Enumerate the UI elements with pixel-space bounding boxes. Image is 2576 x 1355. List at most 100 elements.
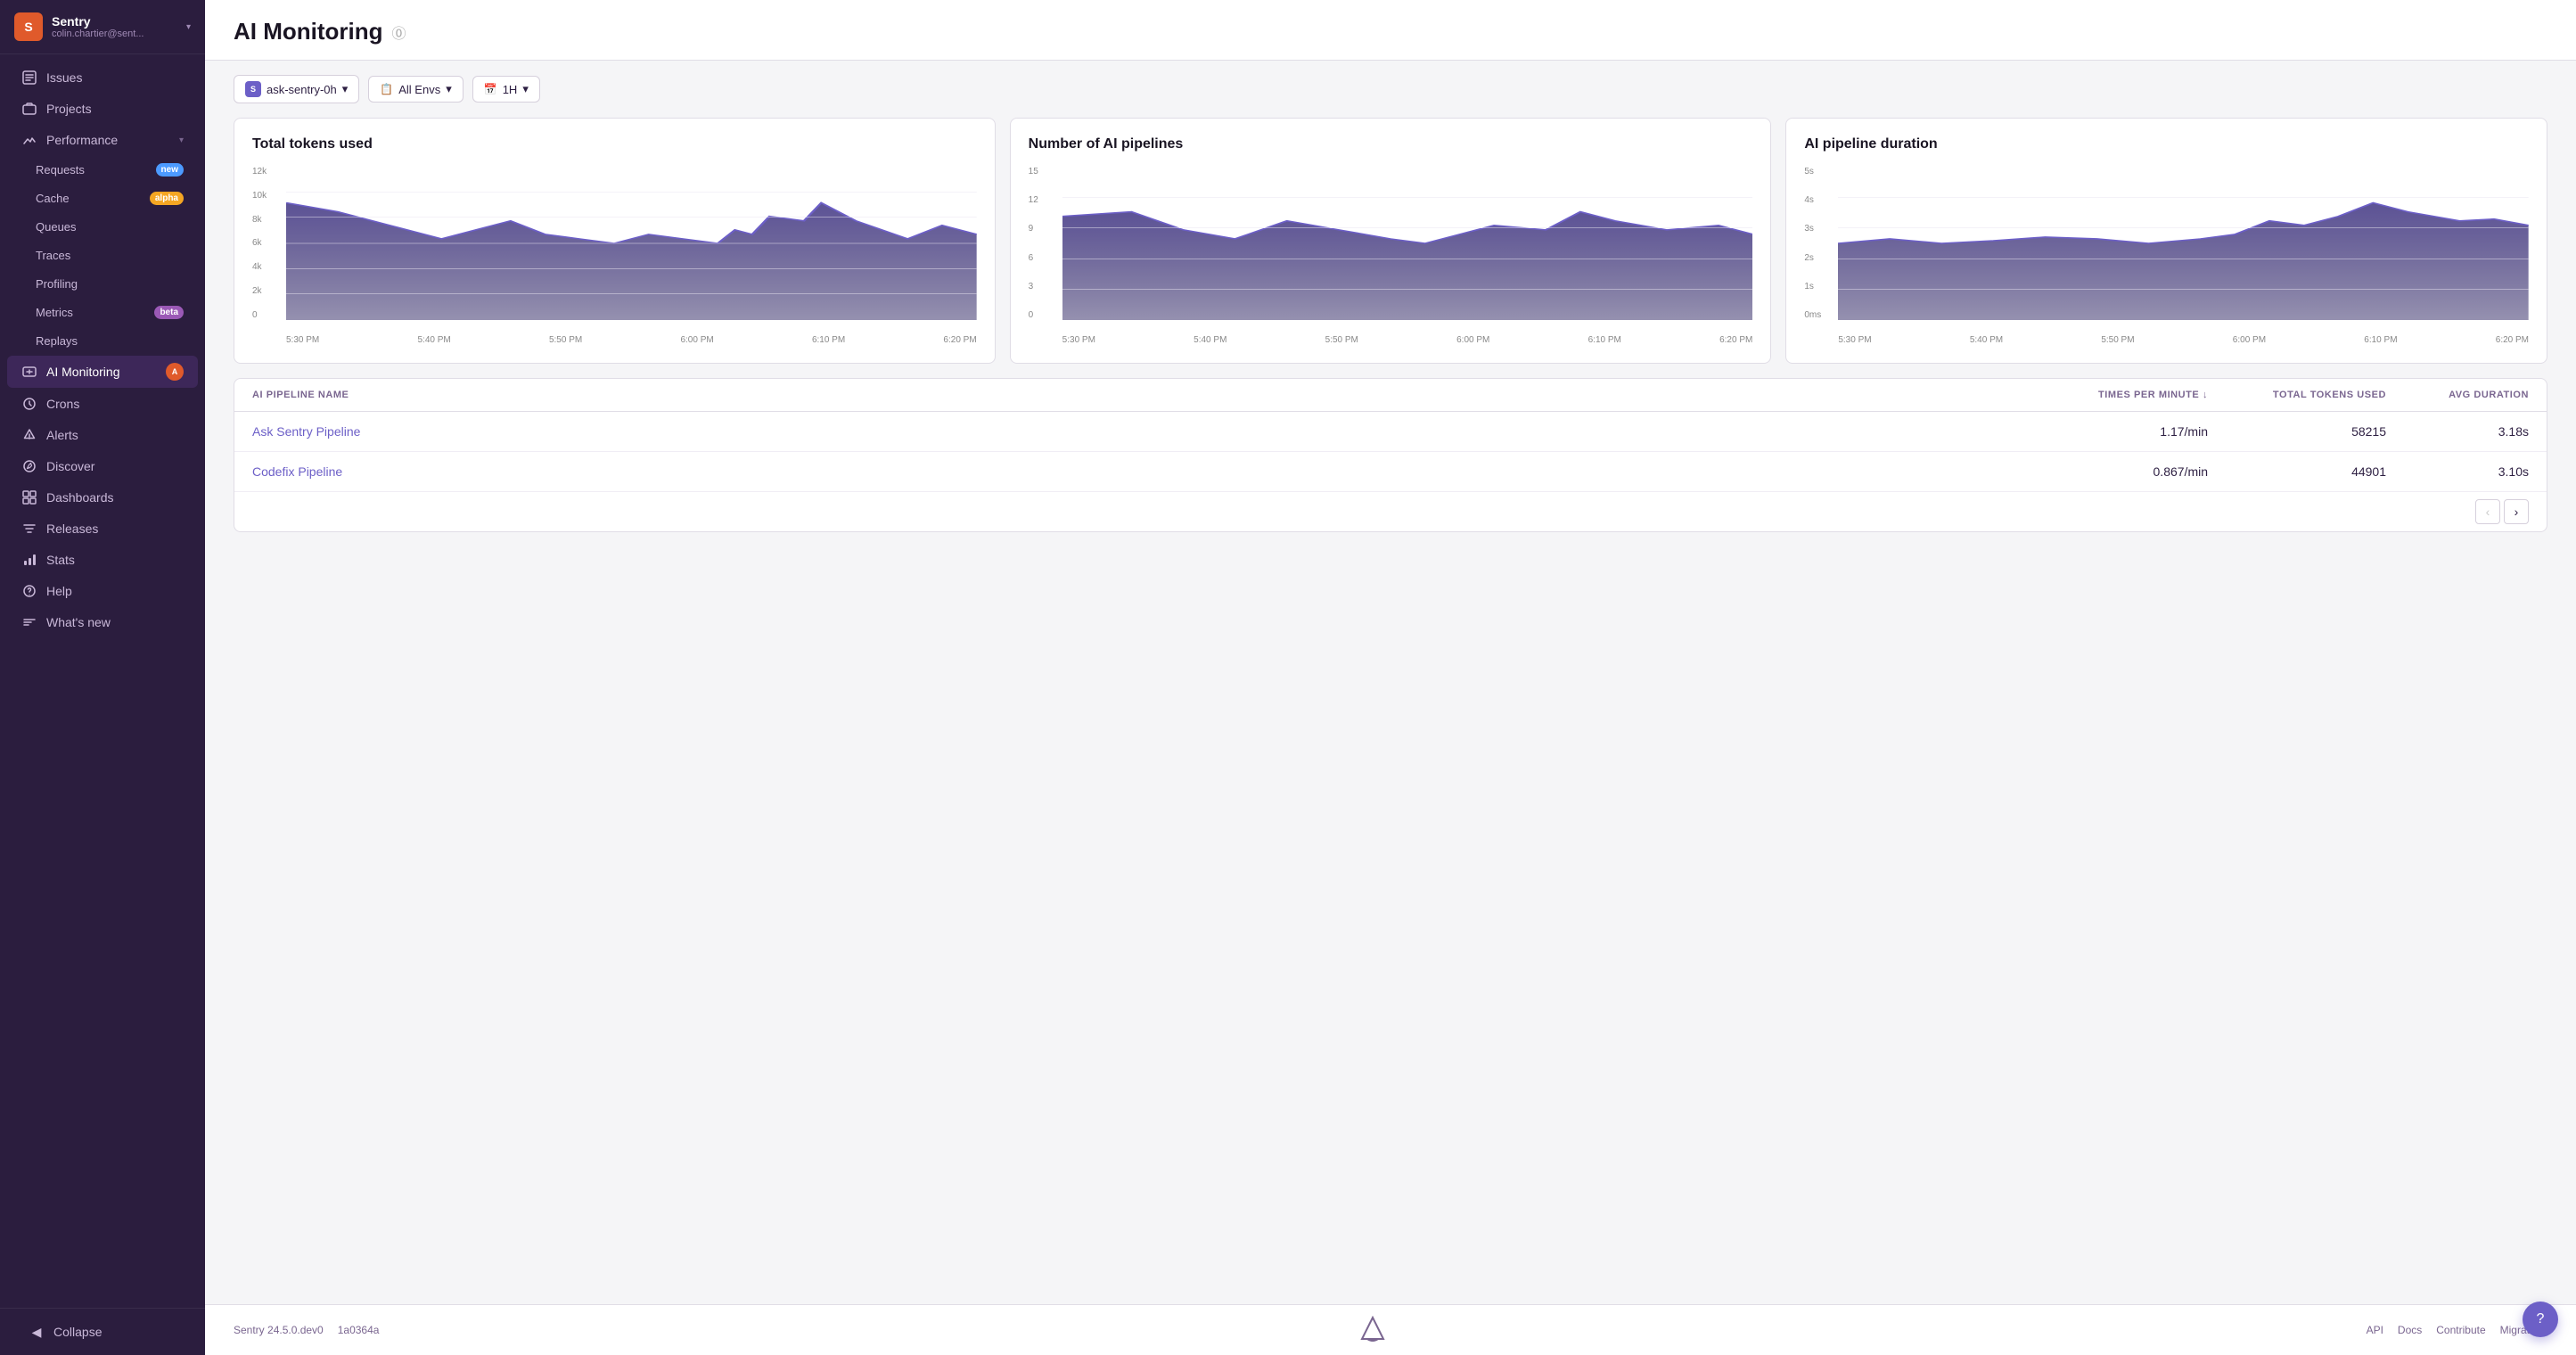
pagination: ‹ › [234, 492, 2547, 531]
pipeline-name-cell: Codefix Pipeline [252, 464, 2030, 479]
sidebar-item-discover-label: Discover [46, 459, 184, 473]
page-footer: Sentry 24.5.0.dev0 1a0364a API Docs Cont… [205, 1304, 2576, 1355]
sidebar-item-releases[interactable]: Releases [7, 513, 198, 544]
project-icon: S [245, 81, 261, 97]
avg-duration-cell-0: 3.18s [2386, 424, 2529, 439]
col-header-tokens: TOTAL TOKENS USED [2208, 390, 2386, 400]
sidebar-item-dashboards-label: Dashboards [46, 490, 184, 505]
prev-page-button[interactable]: ‹ [2475, 499, 2500, 524]
codefix-pipeline-link[interactable]: Codefix Pipeline [252, 464, 342, 479]
footer-api-link[interactable]: API [2367, 1324, 2383, 1336]
next-page-button[interactable]: › [2504, 499, 2529, 524]
sidebar-item-metrics[interactable]: Metrics beta [7, 299, 198, 326]
sidebar-item-ai-monitoring-label: AI Monitoring [46, 365, 157, 379]
sidebar-item-profiling[interactable]: Profiling [7, 270, 198, 298]
chart-total-tokens: Total tokens used 12k10k8k6k4k2k0 [234, 118, 996, 364]
chart-total-tokens-title: Total tokens used [252, 136, 977, 152]
chart-total-tokens-y-labels: 12k10k8k6k4k2k0 [252, 167, 283, 320]
footer-commit: 1a0364a [338, 1324, 380, 1336]
org-avatar: S [14, 12, 43, 41]
env-chevron-icon: ▾ [446, 82, 452, 96]
table-row: Codefix Pipeline 0.867/min 44901 3.10s [234, 452, 2547, 492]
dashboards-icon [21, 489, 37, 505]
footer-contribute-link[interactable]: Contribute [2436, 1324, 2485, 1336]
chart-num-pipelines: Number of AI pipelines 15129630 [1010, 118, 1772, 364]
toolbar: S ask-sentry-0h ▾ 📋 All Envs ▾ 📅 1H ▾ [205, 61, 2576, 118]
chart-pipeline-duration: AI pipeline duration 5s4s3s2s1s0ms [1785, 118, 2547, 364]
footer-links: API Docs Contribute Migrate to [2367, 1324, 2547, 1336]
stats-icon [21, 552, 37, 568]
footer-docs-link[interactable]: Docs [2398, 1324, 2422, 1336]
chevron-down-icon: ▾ [186, 22, 191, 32]
time-chevron-icon: ▾ [522, 82, 529, 96]
org-email: colin.chartier@sent... [52, 29, 144, 39]
help-icon [21, 583, 37, 599]
sidebar-item-crons-label: Crons [46, 397, 184, 411]
sidebar-item-performance[interactable]: Performance ▾ [7, 125, 198, 155]
sidebar-item-requests[interactable]: Requests new [7, 156, 198, 184]
sidebar-nav: Issues Projects Performance ▾ Requests n… [0, 54, 205, 1308]
chart-num-pipelines-title: Number of AI pipelines [1029, 136, 1753, 152]
charts-section: Total tokens used 12k10k8k6k4k2k0 [205, 118, 2576, 378]
sidebar-item-projects[interactable]: Projects [7, 94, 198, 124]
time-selector[interactable]: 📅 1H ▾ [472, 76, 540, 103]
sidebar-item-replays-label: Replays [36, 334, 184, 348]
sidebar-item-traces[interactable]: Traces [7, 242, 198, 269]
total-tokens-cell-1: 44901 [2208, 464, 2386, 479]
sidebar-item-ai-monitoring[interactable]: AI Monitoring A [7, 356, 198, 388]
help-fab-button[interactable]: ? [2523, 1302, 2558, 1337]
table-row: Ask Sentry Pipeline 1.17/min 58215 3.18s [234, 412, 2547, 452]
chart-num-pipelines-area [1062, 167, 1753, 320]
sidebar-item-discover[interactable]: Discover [7, 451, 198, 481]
sidebar-item-dashboards[interactable]: Dashboards [7, 482, 198, 513]
sidebar-item-issues-label: Issues [46, 70, 184, 85]
project-selector[interactable]: S ask-sentry-0h ▾ [234, 75, 359, 103]
releases-icon [21, 521, 37, 537]
discover-icon [21, 458, 37, 474]
chart-pipeline-duration-x-labels: 5:30 PM5:40 PM5:50 PM6:00 PM6:10 PM6:20 … [1838, 335, 2529, 345]
cache-badge: alpha [150, 192, 184, 205]
col-header-duration: AVG DURATION [2386, 390, 2529, 400]
sidebar-item-alerts[interactable]: Alerts [7, 420, 198, 450]
env-label: All Envs [398, 83, 440, 96]
chevron-up-icon: ▾ [179, 136, 184, 145]
sidebar-collapse-button[interactable]: ◀ Collapse [14, 1317, 191, 1347]
sidebar-item-queues-label: Queues [36, 220, 184, 234]
col-header-times: TIMES PER MINUTE ↓ [2030, 390, 2208, 400]
sidebar-item-metrics-label: Metrics [36, 306, 145, 319]
env-selector[interactable]: 📋 All Envs ▾ [368, 76, 463, 103]
org-header[interactable]: S Sentry colin.chartier@sent... ▾ [0, 0, 205, 54]
main-content: AI Monitoring ⓪ S ask-sentry-0h ▾ 📋 All … [205, 0, 2576, 1355]
footer-logo [379, 1316, 2366, 1344]
sidebar-item-queues[interactable]: Queues [7, 213, 198, 241]
sidebar-item-crons[interactable]: Crons [7, 389, 198, 419]
help-circle-icon[interactable]: ⓪ [392, 21, 406, 43]
requests-badge: new [156, 163, 184, 177]
collapse-icon: ◀ [29, 1324, 45, 1340]
sidebar-item-requests-label: Requests [36, 163, 147, 177]
projects-icon [21, 101, 37, 117]
chart-pipeline-duration-title: AI pipeline duration [1804, 136, 2529, 152]
sidebar-item-issues[interactable]: Issues [7, 62, 198, 93]
chart-pipeline-duration-y-labels: 5s4s3s2s1s0ms [1804, 167, 1834, 320]
project-chevron-icon: ▾ [342, 82, 349, 96]
sidebar-item-stats[interactable]: Stats [7, 545, 198, 575]
chart-num-pipelines-y-labels: 15129630 [1029, 167, 1059, 320]
sidebar-item-replays[interactable]: Replays [7, 327, 198, 355]
total-tokens-cell-0: 58215 [2208, 424, 2386, 439]
sidebar-footer: ◀ Collapse [0, 1308, 205, 1355]
sidebar-item-help[interactable]: Help [7, 576, 198, 606]
sidebar-item-cache[interactable]: Cache alpha [7, 185, 198, 212]
crons-icon [21, 396, 37, 412]
footer-version: Sentry 24.5.0.dev0 [234, 1324, 324, 1336]
table-header-row: AI PIPELINE NAME TIMES PER MINUTE ↓ TOTA… [234, 379, 2547, 412]
chart-total-tokens-x-labels: 5:30 PM5:40 PM5:50 PM6:00 PM6:10 PM6:20 … [286, 335, 977, 345]
sidebar-item-whats-new[interactable]: What's new [7, 607, 198, 637]
pipeline-name-cell: Ask Sentry Pipeline [252, 424, 2030, 439]
sidebar: S Sentry colin.chartier@sent... ▾ Issues… [0, 0, 205, 1355]
times-per-min-cell-0: 1.17/min [2030, 424, 2208, 439]
chart-pipeline-duration-area [1838, 167, 2529, 320]
ai-avatar: A [166, 363, 184, 381]
chart-total-tokens-area [286, 167, 977, 320]
ask-sentry-pipeline-link[interactable]: Ask Sentry Pipeline [252, 424, 360, 439]
